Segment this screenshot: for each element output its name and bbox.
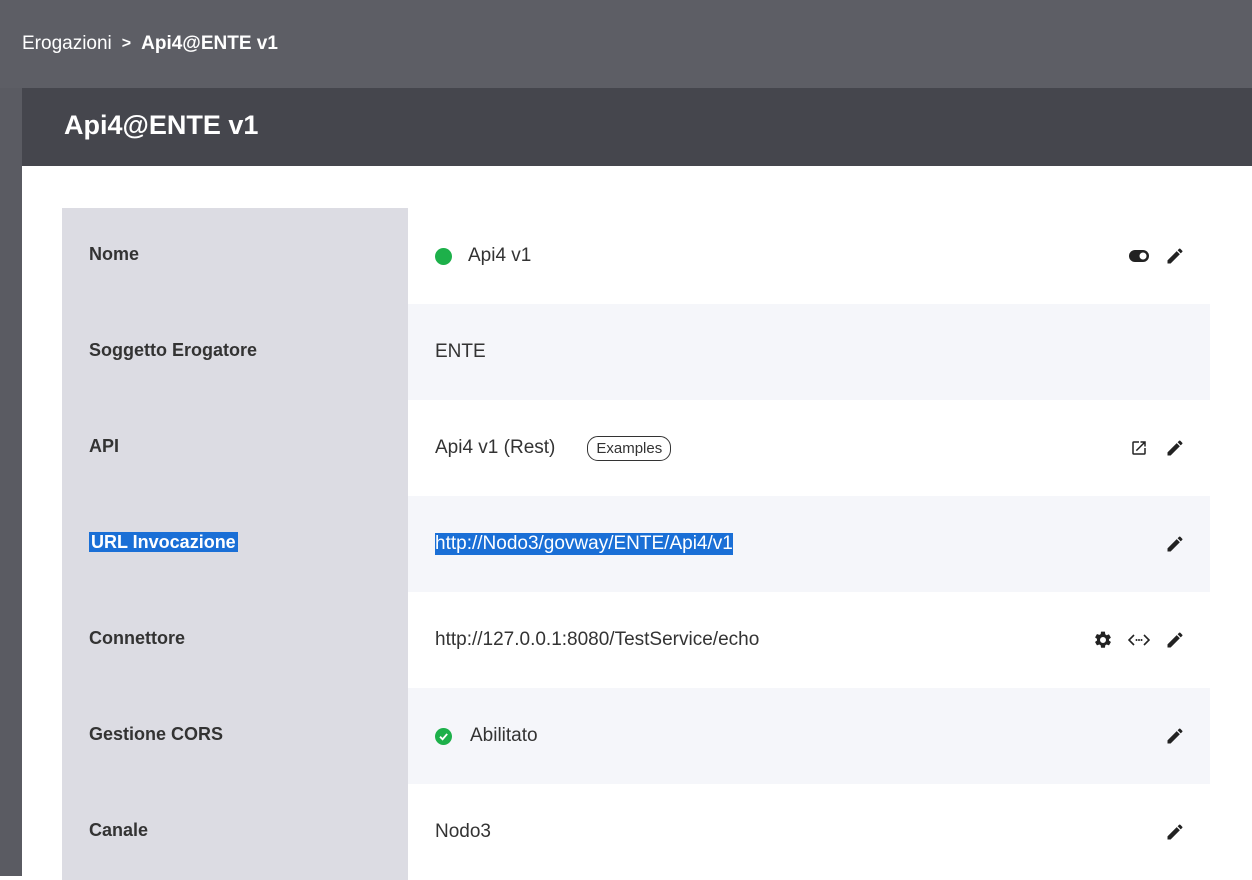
row-label: Connettore [62,592,408,688]
cors-value: Abilitato [470,725,538,746]
detail-panel: Nome Api4 v1 Soggetto Erogatore ENTE API… [22,166,1252,880]
row-value: http://Nodo3/govway/ENTE/Api4/v1 [408,496,1210,592]
row-value: http://127.0.0.1:8080/TestService/echo [408,592,1210,688]
row-url-invocazione: URL Invocazione http://Nodo3/govway/ENTE… [62,496,1210,592]
edit-pencil-icon[interactable] [1164,437,1186,459]
status-dot-icon [435,247,452,265]
row-api: API Api4 v1 (Rest) Examples [62,400,1210,496]
breadcrumb-current: Api4@ENTE v1 [141,33,278,54]
row-canale: Canale Nodo3 [62,784,1210,880]
row-connettore: Connettore http://127.0.0.1:8080/TestSer… [62,592,1210,688]
edit-pencil-icon[interactable] [1164,725,1186,747]
nome-value: Api4 v1 [468,245,532,266]
row-soggetto-erogatore: Soggetto Erogatore ENTE [62,304,1210,400]
row-label: Soggetto Erogatore [62,304,408,400]
check-circle-icon [435,727,452,745]
row-value: ENTE [408,304,1210,400]
row-label: API [62,400,408,496]
tag-badge: Examples [587,435,672,461]
row-value: Api4 v1 [408,208,1210,304]
row-gestione-cors: Gestione CORS Abilitato [62,688,1210,784]
breadcrumb-separator: > [121,35,132,52]
page-title: Api4@ENTE v1 [64,110,259,140]
row-label: Gestione CORS [62,688,408,784]
row-value: Abilitato [408,688,1210,784]
gear-icon[interactable] [1092,629,1114,651]
open-external-icon[interactable] [1128,437,1150,459]
detail-table: Nome Api4 v1 Soggetto Erogatore ENTE API… [62,208,1210,880]
edit-pencil-icon[interactable] [1164,245,1186,267]
toggle-icon[interactable] [1128,245,1150,267]
connettore-value: http://127.0.0.1:8080/TestService/echo [435,629,760,650]
row-nome: Nome Api4 v1 [62,208,1210,304]
api-value: Api4 v1 (Rest) [435,437,556,458]
row-label: Nome [62,208,408,304]
row-value: Nodo3 [408,784,1210,880]
row-label: Canale [62,784,408,880]
edit-pencil-icon[interactable] [1164,821,1186,843]
soggetto-value: ENTE [435,341,486,362]
url-invocazione-label: URL Invocazione [89,532,238,552]
row-label: URL Invocazione [62,496,408,592]
app-frame: Erogazioni > Api4@ENTE v1 Api4@ENTE v1 N… [0,0,1252,880]
title-bar: Api4@ENTE v1 [22,88,1252,166]
edit-pencil-icon[interactable] [1164,533,1186,555]
row-value: Api4 v1 (Rest) Examples [408,400,1210,496]
edit-pencil-icon[interactable] [1164,629,1186,651]
canale-value: Nodo3 [435,821,491,842]
breadcrumb-link-erogazioni[interactable]: Erogazioni [22,33,112,55]
breadcrumb: Erogazioni > Api4@ENTE v1 [0,0,1252,88]
url-invocazione-value: http://Nodo3/govway/ENTE/Api4/v1 [435,533,733,555]
code-arrows-icon[interactable] [1128,629,1150,651]
